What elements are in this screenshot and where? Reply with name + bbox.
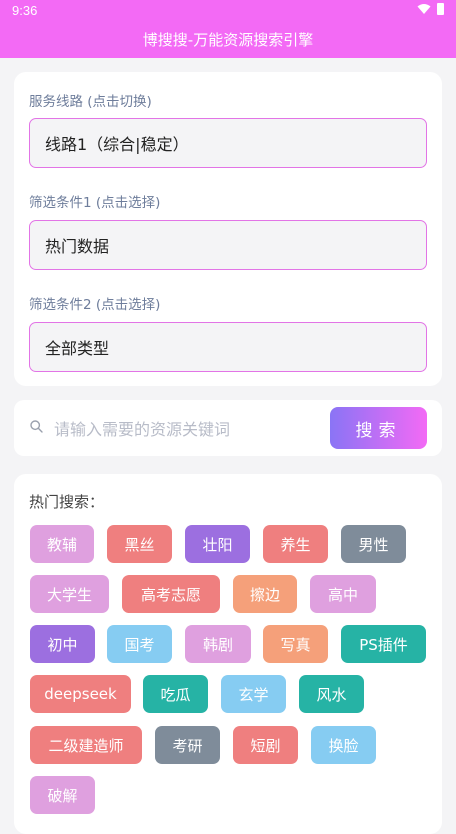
status-time: 9:36	[12, 3, 38, 18]
hot-tag[interactable]: 二级建造师	[30, 726, 142, 764]
search-icon	[30, 420, 43, 433]
hot-search-title: 热门搜索：	[29, 493, 105, 511]
filter1-label: 筛选条件1 (点击选择)	[29, 195, 161, 211]
settings-card: 服务线路 (点击切换) 线路1（综合|稳定） 筛选条件1 (点击选择) 热门数据…	[14, 72, 442, 386]
search-bar: 搜索	[14, 400, 442, 456]
hot-tag[interactable]: 教辅	[30, 525, 94, 563]
hot-tag[interactable]: 风水	[299, 675, 364, 713]
battery-icon	[437, 3, 444, 15]
search-button[interactable]: 搜索	[330, 407, 427, 449]
status-icons	[417, 3, 444, 15]
hot-tag[interactable]: 换脸	[311, 726, 376, 764]
hot-tag[interactable]: 黑丝	[107, 525, 172, 563]
status-bar: 9:36	[0, 0, 456, 22]
hot-tag[interactable]: 初中	[30, 625, 95, 663]
hot-tag[interactable]: 擦边	[233, 575, 297, 613]
hot-tag[interactable]: 高考志愿	[122, 575, 220, 613]
route-selector[interactable]: 线路1（综合|稳定）	[29, 118, 427, 168]
hot-tag[interactable]: 养生	[263, 525, 328, 563]
hot-tag[interactable]: 写真	[263, 625, 328, 663]
hot-tag[interactable]: 国考	[107, 625, 172, 663]
filter1-selector[interactable]: 热门数据	[29, 220, 427, 270]
wifi-icon	[417, 4, 431, 14]
hot-tag[interactable]: 考研	[155, 726, 220, 764]
hot-tag[interactable]: 吃瓜	[143, 675, 208, 713]
route-label: 服务线路 (点击切换)	[29, 94, 152, 110]
app-header: 9:36 博搜搜-万能资源搜索引擎	[0, 0, 456, 58]
hot-tag[interactable]: 壮阳	[185, 525, 250, 563]
filter2-label: 筛选条件2 (点击选择)	[29, 297, 161, 313]
hot-tag[interactable]: 玄学	[221, 675, 286, 713]
hot-tag[interactable]: 大学生	[30, 575, 109, 613]
page-title: 博搜搜-万能资源搜索引擎	[142, 31, 314, 49]
hot-tag[interactable]: PS插件	[341, 625, 426, 663]
hot-tag[interactable]: 韩剧	[185, 625, 251, 663]
hot-tag[interactable]: 高中	[310, 575, 376, 613]
hot-tag[interactable]: 破解	[30, 776, 95, 814]
search-input[interactable]	[52, 408, 326, 450]
filter2-selector[interactable]: 全部类型	[29, 322, 427, 372]
hot-tag[interactable]: deepseek	[30, 675, 131, 713]
hot-tag[interactable]: 男性	[341, 525, 406, 563]
hot-tag[interactable]: 短剧	[233, 726, 298, 764]
hot-search-card: 热门搜索： 教辅 黑丝 壮阳 养生 男性大学生 高考志愿 擦边 高中初中 国考 韩剧 写真 PS插件 d…	[14, 474, 442, 834]
